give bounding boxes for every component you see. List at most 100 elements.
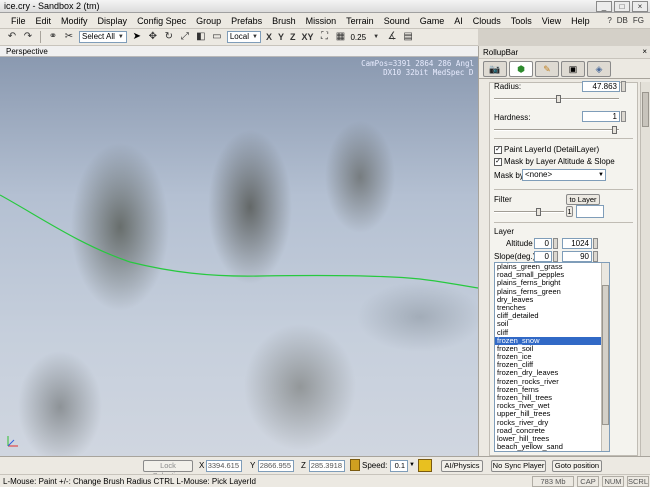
maximize-button[interactable]: □	[614, 1, 630, 12]
perspective-viewport[interactable]: CamPos=3391 2864 286 Angl DX10 32bit Med…	[0, 57, 478, 456]
menu-game[interactable]: Game	[415, 16, 450, 26]
ai-physics-button[interactable]: AI/Physics	[441, 460, 483, 472]
select-cursor-icon[interactable]: ➤	[131, 31, 143, 43]
menu-clouds[interactable]: Clouds	[468, 16, 506, 26]
menu-prefabs[interactable]: Prefabs	[226, 16, 267, 26]
altitude-max-spinner[interactable]	[593, 238, 598, 249]
layers-tab[interactable]: ◈	[587, 61, 611, 77]
lock-selection-button[interactable]: Lock Selection	[143, 460, 193, 480]
axis-y-button[interactable]: Y	[277, 32, 285, 42]
filter-slider[interactable]	[494, 208, 564, 216]
y-position-field[interactable]: 2866.955	[258, 460, 294, 472]
chevron-down-icon: ▼	[598, 172, 604, 178]
menu-file[interactable]: File	[6, 16, 31, 26]
terrain-tab[interactable]: ⬢	[509, 61, 533, 77]
paint-layer-checkbox[interactable]: ✓ Paint LayerId (DetailLayer)	[494, 145, 599, 154]
layer-list-item[interactable]: beach_yellow_sand	[495, 443, 609, 451]
axis-x-button[interactable]: X	[265, 32, 273, 42]
radius-spinner[interactable]	[621, 81, 626, 92]
z-position-field[interactable]: 285.3918	[309, 460, 345, 472]
redo-icon[interactable]: ↷	[22, 31, 34, 43]
menu-group[interactable]: Group	[191, 16, 226, 26]
mask-by-combo[interactable]: <none> ▼	[522, 169, 606, 181]
move-icon[interactable]: ✥	[147, 31, 159, 43]
radius-field[interactable]: 47.863	[582, 81, 620, 92]
filter-pick-button[interactable]: 1	[566, 206, 573, 217]
axis-gizmo-icon	[7, 436, 18, 447]
close-button[interactable]: ×	[632, 1, 648, 12]
help-icon[interactable]: ?	[607, 16, 611, 25]
altitude-min-spinner[interactable]	[553, 238, 558, 249]
scrollbar-thumb[interactable]	[642, 92, 649, 127]
objects-tab[interactable]: 📷	[483, 61, 507, 77]
x-position-field[interactable]: 3394.615	[206, 460, 242, 472]
physics-toggle-icon[interactable]	[418, 459, 432, 472]
menu-sound[interactable]: Sound	[379, 16, 415, 26]
slider-knob[interactable]	[536, 208, 541, 216]
db-button[interactable]: DB	[617, 16, 628, 25]
radius-slider[interactable]	[494, 95, 619, 103]
grid-size-value[interactable]: 0.25	[350, 33, 366, 42]
angle-snap-icon[interactable]: ∡	[386, 31, 398, 43]
hardness-spinner[interactable]	[621, 111, 626, 122]
terrain-select-icon[interactable]: ◧	[195, 31, 207, 43]
axis-z-button[interactable]: Z	[289, 32, 297, 42]
menu-ai[interactable]: AI	[449, 16, 468, 26]
modeling-tab[interactable]: ✎	[535, 61, 559, 77]
link-icon[interactable]: ⚭	[47, 31, 59, 43]
scale-icon[interactable]: ⤢	[179, 31, 191, 43]
viewport-label[interactable]: Perspective	[6, 47, 48, 56]
snap-icon[interactable]: ⛶	[318, 31, 330, 43]
menu-display[interactable]: Display	[93, 16, 133, 26]
rollup-scrollbar[interactable]	[640, 82, 650, 456]
altitude-min-field[interactable]: 0	[534, 238, 552, 249]
no-sync-player-button[interactable]: No Sync Player	[491, 460, 546, 472]
chevron-down-icon[interactable]: ▼	[370, 31, 382, 43]
slope-min-field[interactable]: 0	[534, 251, 552, 262]
axis-xy-button[interactable]: XY	[300, 32, 314, 42]
display-tab[interactable]: ▣	[561, 61, 585, 77]
layer-list-scrollbar[interactable]	[601, 263, 609, 451]
rollup-close-icon[interactable]: ×	[642, 47, 647, 56]
menu-modify[interactable]: Modify	[56, 16, 93, 26]
to-layer-button[interactable]: to Layer	[566, 194, 600, 205]
menu-tools[interactable]: Tools	[506, 16, 537, 26]
altitude-label: Altitude	[506, 239, 533, 248]
grid-icon[interactable]: ▦	[334, 31, 346, 43]
filter-color-swatch[interactable]	[576, 205, 604, 218]
coordinate-system-combo[interactable]: Local ▼	[226, 31, 261, 43]
undo-icon[interactable]: ↶	[6, 31, 18, 43]
chevron-down-icon[interactable]: ▼	[409, 462, 415, 468]
notes-icon[interactable]: ▤	[402, 31, 414, 43]
menu-brush[interactable]: Brush	[267, 16, 301, 26]
main-toolbar: ↶ ↷ ⚭ ✂ Select All ▼ ➤ ✥ ↻ ⤢ ◧ ▭ Local ▼…	[0, 29, 478, 46]
slope-max-spinner[interactable]	[593, 251, 598, 262]
slope-min-spinner[interactable]	[553, 251, 558, 262]
minimize-button[interactable]: _	[596, 1, 612, 12]
menu-help[interactable]: Help	[566, 16, 595, 26]
hardness-slider[interactable]	[494, 126, 619, 134]
menu-edit[interactable]: Edit	[31, 16, 57, 26]
menu-terrain[interactable]: Terrain	[341, 16, 379, 26]
hardness-field[interactable]: 1	[582, 111, 620, 122]
speed-field[interactable]: 0.1	[390, 460, 408, 472]
selection-mask-combo[interactable]: Select All ▼	[79, 31, 127, 43]
rotate-icon[interactable]: ↻	[163, 31, 175, 43]
scrollbar-thumb[interactable]	[602, 285, 609, 425]
unlink-icon[interactable]: ✂	[63, 31, 75, 43]
altitude-max-field[interactable]: 1024	[562, 238, 592, 249]
mask-by-value: <none>	[525, 170, 553, 179]
fg-button[interactable]: FG	[633, 16, 644, 25]
menu-config-spec[interactable]: Config Spec	[132, 16, 191, 26]
rect-select-icon[interactable]: ▭	[211, 31, 223, 43]
slope-max-field[interactable]: 90	[562, 251, 592, 262]
menu-view[interactable]: View	[537, 16, 566, 26]
layer-list-item[interactable]: soil	[495, 320, 609, 328]
mask-altitude-checkbox[interactable]: ✓ Mask by Layer Altitude & Slope	[494, 157, 615, 166]
layer-list-item[interactable]: cliff_detailed	[495, 312, 609, 320]
menu-mission[interactable]: Mission	[301, 16, 342, 26]
detail-layer-list[interactable]: plains_green_grass road_small_pepples plai…	[494, 262, 610, 452]
slider-knob[interactable]	[556, 95, 561, 103]
slider-knob[interactable]	[612, 126, 617, 134]
goto-position-button[interactable]: Goto position	[552, 460, 602, 472]
